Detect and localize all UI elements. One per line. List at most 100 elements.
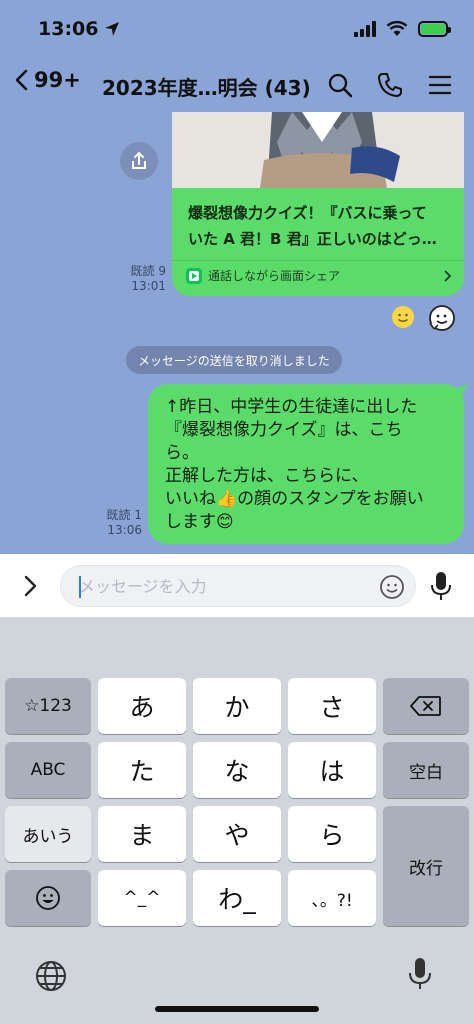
smiley-reaction-icon[interactable] bbox=[391, 305, 415, 329]
key-ra[interactable]: ら bbox=[288, 806, 376, 862]
return-key[interactable]: 改行 bbox=[383, 806, 469, 926]
call-button[interactable] bbox=[375, 70, 405, 100]
key-label: ^_^ bbox=[123, 888, 161, 908]
menu-button[interactable] bbox=[425, 70, 455, 100]
key-punctuation[interactable]: 、。?! bbox=[288, 870, 376, 926]
expand-button[interactable] bbox=[16, 572, 44, 600]
screen-share-action[interactable]: 通話しながら画面シェア bbox=[186, 267, 452, 284]
key-label: 空白 bbox=[409, 762, 443, 783]
wifi-icon bbox=[386, 21, 408, 36]
key-wa[interactable]: わ_ bbox=[193, 870, 281, 926]
card-title-line: いた A 君！B 君』正しいのはどっ… bbox=[188, 230, 437, 248]
key-label: な bbox=[224, 757, 250, 786]
chat-title[interactable]: 2023年度…明会 (43) bbox=[102, 72, 311, 101]
chat-area[interactable]: 爆裂想像力クイズ！『バスに乗って いた A 君！B 君』正しいのはどっ… 通話し… bbox=[0, 112, 474, 554]
search-icon bbox=[328, 73, 353, 98]
link-preview-card[interactable]: 爆裂想像力クイズ！『バスに乗って いた A 君！B 君』正しいのはどっ… 通話し… bbox=[172, 112, 464, 296]
system-notice: メッセージの送信を取り消しました bbox=[126, 346, 342, 374]
message-time: 13:01 bbox=[131, 279, 166, 293]
key-na[interactable]: な bbox=[193, 742, 281, 798]
microphone-icon bbox=[431, 572, 451, 600]
emoji-key[interactable] bbox=[5, 870, 91, 926]
message-line: 正解した方は、こちらに、 bbox=[165, 466, 369, 486]
globe-button[interactable] bbox=[33, 958, 69, 994]
chevron-left-icon bbox=[15, 69, 28, 91]
key-ka[interactable]: か bbox=[193, 678, 281, 734]
message-input-bar bbox=[0, 554, 474, 618]
key-ma[interactable]: ま bbox=[98, 806, 186, 862]
chevron-right-icon bbox=[24, 575, 37, 597]
key-label: は bbox=[319, 757, 345, 786]
phone-icon bbox=[378, 73, 402, 97]
keyboard: ☆123 あ か さ ABC た な は 空白 あいう ま や ら 改行 ^_^… bbox=[0, 618, 474, 1024]
status-indicators bbox=[354, 21, 451, 37]
text-cursor bbox=[79, 576, 81, 598]
share-button[interactable] bbox=[120, 142, 158, 180]
key-label: さ bbox=[319, 693, 345, 722]
message-line: いいね👍の顔のスタンプをお願い bbox=[165, 489, 424, 509]
screen-share-label: 通話しながら画面シェア bbox=[208, 269, 341, 283]
card-read-receipt: 既読 9 13:01 bbox=[120, 264, 166, 294]
hamburger-menu-icon bbox=[428, 75, 452, 95]
battery-icon bbox=[418, 21, 451, 37]
key-label: ま bbox=[129, 821, 155, 850]
key-label: あ bbox=[129, 693, 155, 722]
key-abc[interactable]: ABC bbox=[5, 742, 91, 798]
read-status: 既読 1 bbox=[106, 508, 142, 522]
message-line: 『爆裂想像力クイズ』は、こち bbox=[165, 420, 403, 440]
key-emoticon[interactable]: ^_^ bbox=[98, 870, 186, 926]
home-indicator bbox=[155, 1006, 319, 1012]
key-label: か bbox=[224, 693, 250, 722]
status-time: 13:06 bbox=[38, 18, 120, 40]
key-ya[interactable]: や bbox=[193, 806, 281, 862]
key-label: あいう bbox=[22, 826, 74, 847]
backspace-icon bbox=[410, 696, 441, 716]
clock: 13:06 bbox=[38, 18, 99, 40]
space-key[interactable]: 空白 bbox=[383, 742, 469, 798]
key-label: 改行 bbox=[409, 858, 443, 879]
message-bubble[interactable]: ↑昨日、中学生の生徒達に出した 『爆裂想像力クイズ』は、こち ら。 正解した方は… bbox=[148, 384, 464, 544]
key-label: わ_ bbox=[218, 885, 256, 914]
message-read-receipt: 既読 1 13:06 bbox=[96, 508, 142, 538]
card-title-line: 爆裂想像力クイズ！『バスに乗って bbox=[188, 204, 427, 222]
key-label: ☆123 bbox=[24, 696, 72, 716]
key-kana-mode[interactable]: あいう bbox=[5, 806, 91, 862]
message-time: 13:06 bbox=[107, 523, 142, 537]
chevron-right-icon bbox=[444, 269, 452, 282]
back-button[interactable]: 99+ bbox=[14, 68, 81, 92]
message-line: ら。 bbox=[165, 443, 199, 463]
microphone-icon bbox=[409, 958, 431, 989]
key-label: 、。?! bbox=[311, 890, 353, 911]
key-label: や bbox=[224, 821, 250, 850]
chat-header: 99+ 2023年度…明会 (43) bbox=[0, 58, 474, 112]
video-thumbnail[interactable] bbox=[172, 112, 464, 188]
status-bar: 13:06 bbox=[0, 0, 474, 58]
add-reaction-icon[interactable] bbox=[428, 304, 456, 332]
emoji-icon bbox=[36, 886, 60, 910]
cellular-signal-icon bbox=[354, 21, 376, 37]
share-icon bbox=[132, 151, 146, 169]
key-ha[interactable]: は bbox=[288, 742, 376, 798]
thumbnail-image bbox=[172, 112, 464, 188]
card-title: 爆裂想像力クイズ！『バスに乗って いた A 君！B 君』正しいのはどっ… bbox=[188, 200, 452, 252]
emoji-picker-icon[interactable] bbox=[379, 574, 405, 600]
globe-icon bbox=[36, 961, 66, 991]
key-label: ら bbox=[319, 821, 345, 850]
key-sa[interactable]: さ bbox=[288, 678, 376, 734]
key-label: ABC bbox=[30, 760, 66, 780]
key-a[interactable]: あ bbox=[98, 678, 186, 734]
key-ta[interactable]: た bbox=[98, 742, 186, 798]
backspace-key[interactable] bbox=[383, 678, 469, 734]
message-line: します😊 bbox=[165, 512, 234, 532]
message-input[interactable] bbox=[79, 566, 369, 606]
unread-count: 99+ bbox=[34, 68, 81, 92]
voice-message-button[interactable] bbox=[426, 571, 456, 601]
message-field[interactable] bbox=[60, 565, 416, 607]
key-numbers[interactable]: ☆123 bbox=[5, 678, 91, 734]
read-status: 既読 9 bbox=[130, 264, 166, 278]
divider bbox=[172, 260, 464, 261]
dictation-button[interactable] bbox=[402, 956, 438, 992]
location-arrow-icon bbox=[105, 22, 120, 36]
message-line: ↑昨日、中学生の生徒達に出した bbox=[165, 397, 418, 417]
search-button[interactable] bbox=[325, 70, 355, 100]
